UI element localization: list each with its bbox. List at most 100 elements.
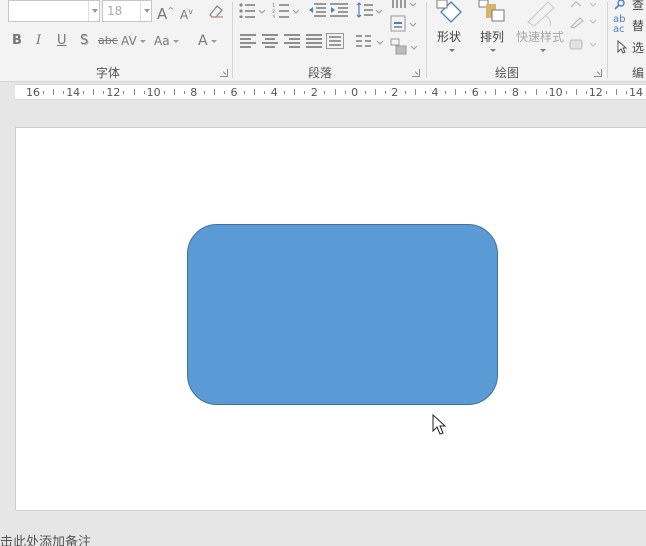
ruler-label: 6 xyxy=(230,86,238,99)
chevron-down-icon[interactable] xyxy=(449,49,455,52)
ruler-label: 0 xyxy=(351,86,359,99)
shrink-font-button[interactable]: Av xyxy=(180,2,193,22)
character-spacing-button[interactable]: AV xyxy=(121,31,146,51)
font-size-combobox[interactable]: 18 xyxy=(102,0,152,22)
ruler-tick xyxy=(93,89,95,95)
arrange-icon[interactable] xyxy=(478,0,508,26)
quick-styles-icon[interactable] xyxy=(524,0,558,26)
ruler-tick xyxy=(304,90,306,94)
ruler-tick xyxy=(545,90,547,94)
font-color-button[interactable]: A xyxy=(198,31,217,51)
ruler-tick xyxy=(324,90,326,94)
ruler-label: 2 xyxy=(391,86,399,99)
replace-button[interactable]: 替 xyxy=(632,16,644,36)
align-left-icon[interactable] xyxy=(240,34,258,48)
replace-icon[interactable]: ab ac xyxy=(613,15,625,35)
shapes-icon[interactable] xyxy=(435,0,467,26)
decrease-indent-icon[interactable] xyxy=(308,2,326,18)
editing-group-label: 编 xyxy=(632,66,645,80)
font-group-label: 字体 xyxy=(96,66,121,80)
text-shadow-button[interactable]: S xyxy=(80,31,88,51)
shapes-button[interactable]: 形状 xyxy=(437,28,461,45)
ruler-label: 8 xyxy=(511,86,519,99)
font-name-combobox[interactable] xyxy=(8,0,100,22)
increase-indent-icon[interactable] xyxy=(330,2,348,18)
ruler-label: 8 xyxy=(190,86,198,99)
search-icon[interactable] xyxy=(614,0,626,10)
ruler-tick xyxy=(133,89,135,95)
ruler-label: 4 xyxy=(270,86,278,99)
ruler-tick xyxy=(585,90,587,94)
ruler-tick xyxy=(254,89,256,95)
group-divider xyxy=(232,2,233,78)
ruler-tick xyxy=(344,90,346,94)
paragraph-dialog-launcher-icon[interactable] xyxy=(412,69,420,77)
ruler-tick xyxy=(525,90,527,94)
group-divider xyxy=(426,2,427,78)
ruler-tick xyxy=(615,89,617,95)
shape-effects-icon[interactable] xyxy=(568,38,598,52)
change-case-button[interactable]: Aa xyxy=(154,31,179,51)
ruler-tick xyxy=(424,90,426,94)
select-arrow-icon[interactable] xyxy=(617,40,627,54)
italic-button[interactable]: I xyxy=(36,31,41,51)
ruler-tick xyxy=(83,90,85,94)
drawing-group-label: 绘图 xyxy=(495,66,520,80)
rounded-rectangle-shape[interactable] xyxy=(187,224,498,405)
shape-fill-icon[interactable] xyxy=(568,0,598,10)
ruler-tick xyxy=(163,90,165,94)
select-button[interactable]: 选 xyxy=(632,38,644,58)
svg-text:3: 3 xyxy=(272,15,275,18)
align-right-icon[interactable] xyxy=(284,34,302,48)
text-direction-icon[interactable] xyxy=(390,0,416,10)
line-spacing-icon[interactable] xyxy=(356,2,382,18)
slide-canvas[interactable] xyxy=(15,127,646,511)
align-center-icon[interactable] xyxy=(262,34,280,48)
ruler-tick xyxy=(213,89,215,95)
ruler-label: 2 xyxy=(310,86,318,99)
chevron-down-icon[interactable] xyxy=(490,49,496,52)
find-button[interactable]: 查 xyxy=(632,0,644,15)
ruler-tick xyxy=(625,90,627,94)
ruler-tick xyxy=(53,89,55,95)
grow-font-button[interactable]: A^ xyxy=(157,1,174,23)
chevron-down-icon[interactable] xyxy=(540,49,546,52)
strikethrough-button[interactable]: abc xyxy=(98,31,118,51)
horizontal-ruler[interactable]: 16 14 12 10 8 6 4 2 0 2 4 6 8 10 12 14 xyxy=(15,84,646,100)
shape-outline-icon[interactable] xyxy=(568,15,598,29)
quick-styles-button[interactable]: 快速样式 xyxy=(516,28,564,45)
font-size-value: 18 xyxy=(107,4,123,18)
ruler-tick xyxy=(455,89,457,95)
align-text-icon[interactable] xyxy=(390,15,416,33)
mouse-pointer-icon xyxy=(432,414,447,435)
ruler-tick xyxy=(575,89,577,95)
distributed-icon[interactable] xyxy=(326,33,344,49)
ruler-tick xyxy=(364,90,366,94)
bold-button[interactable]: B xyxy=(12,31,22,51)
ruler-tick xyxy=(485,90,487,94)
group-divider xyxy=(607,2,608,78)
arrange-button[interactable]: 排列 xyxy=(480,28,504,45)
chevron-down-icon[interactable] xyxy=(88,1,99,21)
ruler-tick xyxy=(183,90,185,94)
ruler-tick xyxy=(465,90,467,94)
ruler-label: 16 xyxy=(26,86,40,99)
ruler-label: 10 xyxy=(146,86,161,99)
clear-formatting-icon[interactable] xyxy=(207,3,225,19)
numbering-icon[interactable]: 1 2 3 xyxy=(272,2,300,18)
ruler-tick xyxy=(384,90,386,94)
justify-icon[interactable] xyxy=(306,34,324,48)
notes-placeholder[interactable]: 击此处添加备注 xyxy=(0,536,91,546)
ruler-tick xyxy=(143,90,145,94)
ruler-tick xyxy=(535,89,537,95)
chevron-down-icon[interactable] xyxy=(140,1,151,21)
drawing-dialog-launcher-icon[interactable] xyxy=(594,69,602,77)
ruler-tick xyxy=(445,90,447,94)
bullets-icon[interactable] xyxy=(238,2,266,18)
columns-icon[interactable] xyxy=(356,33,384,49)
smartart-icon[interactable] xyxy=(390,38,418,56)
ruler-tick xyxy=(294,89,296,95)
underline-button[interactable]: U xyxy=(57,31,67,51)
ruler-tick xyxy=(605,90,607,94)
font-dialog-launcher-icon[interactable] xyxy=(220,69,228,77)
